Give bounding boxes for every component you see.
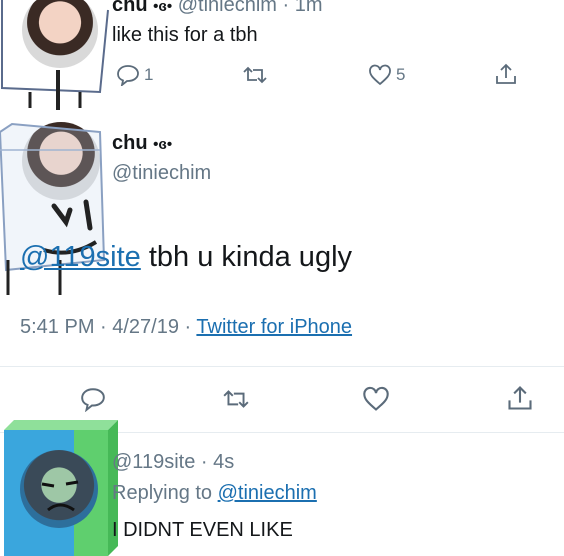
mention-link[interactable]: @119site: [20, 241, 141, 273]
tweet-time: · 4s: [200, 451, 235, 473]
tweet-text: @119site tbh u kinda ugly: [20, 241, 352, 274]
retweet-icon: [222, 386, 250, 412]
retweet-icon: [242, 64, 268, 86]
share-button[interactable]: [494, 62, 518, 86]
display-name[interactable]: chu: [112, 132, 148, 154]
handle[interactable]: @tiniechim: [178, 0, 277, 16]
avatar[interactable]: [22, 0, 98, 68]
like-icon: [368, 64, 392, 86]
reply-icon: [116, 64, 140, 86]
tweet-time: · 1m: [282, 0, 323, 16]
reply-button[interactable]: 1: [116, 64, 153, 86]
share-button[interactable]: [506, 384, 534, 412]
replying-to-label: Replying to: [112, 482, 218, 504]
reply-icon: [80, 386, 106, 412]
tweet-timestamp: 5:41 PM · 4/27/19 ·: [20, 316, 192, 338]
tweet-body: tbh u kinda ugly: [140, 241, 353, 273]
like-count: 5: [396, 65, 406, 84]
handle[interactable]: @tiniechim: [112, 162, 211, 185]
reply-button[interactable]: [80, 386, 106, 412]
tweet-text: I DIDNT EVEN LIKE: [112, 519, 293, 541]
name-emoji: •ɞ•: [153, 136, 173, 153]
share-icon: [506, 384, 534, 412]
reply-count: 1: [144, 65, 154, 84]
avatar[interactable]: [20, 450, 98, 528]
retweet-button[interactable]: [222, 386, 250, 412]
replying-to-link[interactable]: @tiniechim: [218, 482, 317, 504]
divider: [0, 432, 564, 433]
tweet-source-link[interactable]: Twitter for iPhone: [196, 316, 352, 338]
like-icon: [362, 386, 390, 412]
share-icon: [494, 62, 518, 86]
display-name[interactable]: chu: [112, 0, 148, 16]
avatar[interactable]: [22, 122, 100, 200]
retweet-button[interactable]: [242, 64, 268, 86]
handle[interactable]: @119site: [112, 451, 195, 473]
tweet-text: like this for a tbh: [112, 24, 258, 46]
name-emoji: •ɞ•: [153, 0, 173, 15]
like-button[interactable]: [362, 386, 390, 412]
divider: [0, 366, 564, 367]
like-button[interactable]: 5: [368, 64, 405, 86]
